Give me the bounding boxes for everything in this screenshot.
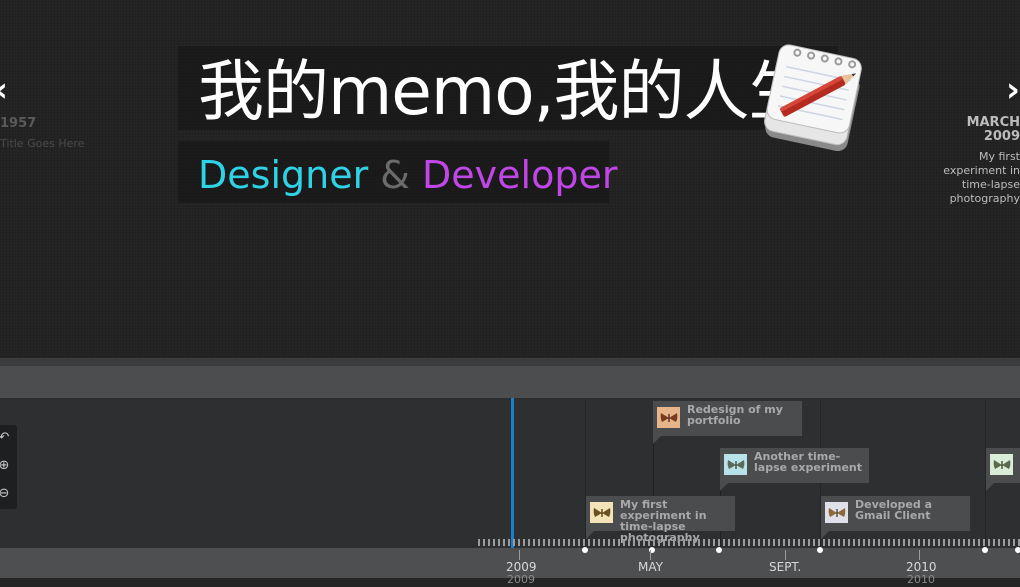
timeline-event-gmail-client[interactable]: Developed a Gmail Client <box>821 496 970 539</box>
subtitle-designer: Designer <box>198 153 369 197</box>
next-slide-date[interactable]: MARCH 2009 <box>950 116 1020 144</box>
previous-slide-date[interactable]: 1957 <box>0 116 84 131</box>
subtitle-developer: Developer <box>422 153 618 197</box>
chevron-right-icon[interactable]: › <box>940 70 1020 110</box>
timeline-event-timelapse-1[interactable]: My first experiment in time-lapse photog… <box>586 496 735 543</box>
zoom-out-icon[interactable]: ⊖ <box>0 486 12 502</box>
axis-major-tick <box>650 550 651 560</box>
timeline-event-timelapse-2[interactable]: Another time-lapse experiment <box>720 448 869 491</box>
axis-major-tick <box>785 550 786 560</box>
next-slide-nav[interactable]: › MARCH 2009 My first experiment in time… <box>940 70 1020 206</box>
axis-major-tick <box>919 550 920 560</box>
axis-label-2010: 2010 <box>906 560 937 574</box>
axis-major-tick <box>519 550 520 560</box>
next-slide-title[interactable]: My first experiment in time-lapse photog… <box>940 150 1020 206</box>
timeline-toolbar: ↶ ⊕ ⊖ <box>0 425 17 509</box>
event-label: Redesign of my portfolio <box>687 403 783 427</box>
axis-label-sept: SEPT. <box>769 560 802 574</box>
chevron-left-icon[interactable]: ‹ <box>0 70 84 110</box>
event-marker-dot[interactable] <box>582 547 588 553</box>
previous-slide-title[interactable]: Title Goes Here <box>0 137 84 150</box>
zoom-in-icon[interactable]: ⊕ <box>0 458 12 474</box>
butterfly-icon <box>990 454 1013 475</box>
axis-sublabel-2009: 2009 <box>507 573 535 586</box>
event-marker-dot[interactable] <box>1015 547 1020 553</box>
story-slider: ‹ 1957 Title Goes Here 我的memo,我的人生 Desig… <box>0 0 1020 358</box>
timeline-current-marker <box>511 398 514 548</box>
memo-notepad-icon <box>764 44 862 152</box>
butterfly-icon <box>657 407 680 428</box>
event-marker-dot[interactable] <box>817 547 823 553</box>
timeline-event-offscreen[interactable] <box>986 448 1020 491</box>
event-label: My first experiment in time-lapse photog… <box>620 498 707 544</box>
axis-label-may: MAY <box>638 560 663 574</box>
page-title: 我的memo,我的人生 <box>198 53 815 130</box>
butterfly-icon <box>825 502 848 523</box>
timeline-header-bar <box>0 358 1020 400</box>
axis-label-2009: 2009 <box>506 560 537 574</box>
subtitle-ampersand: & <box>380 153 410 197</box>
back-icon[interactable]: ↶ <box>0 430 12 446</box>
event-label: Developed a Gmail Client <box>855 498 933 522</box>
previous-slide-nav[interactable]: ‹ 1957 Title Goes Here <box>0 70 84 150</box>
page-subtitle: Designer & Developer <box>198 150 617 200</box>
axis-sublabel-2010: 2010 <box>907 573 935 586</box>
event-label: Another time-lapse experiment <box>754 450 863 474</box>
axis-minor-ticks <box>478 539 1020 546</box>
butterfly-icon <box>590 502 613 523</box>
event-marker-dot[interactable] <box>982 547 988 553</box>
timeline-event-portfolio[interactable]: Redesign of my portfolio <box>653 401 802 444</box>
event-marker-dot[interactable] <box>716 547 722 553</box>
butterfly-icon <box>724 454 747 475</box>
